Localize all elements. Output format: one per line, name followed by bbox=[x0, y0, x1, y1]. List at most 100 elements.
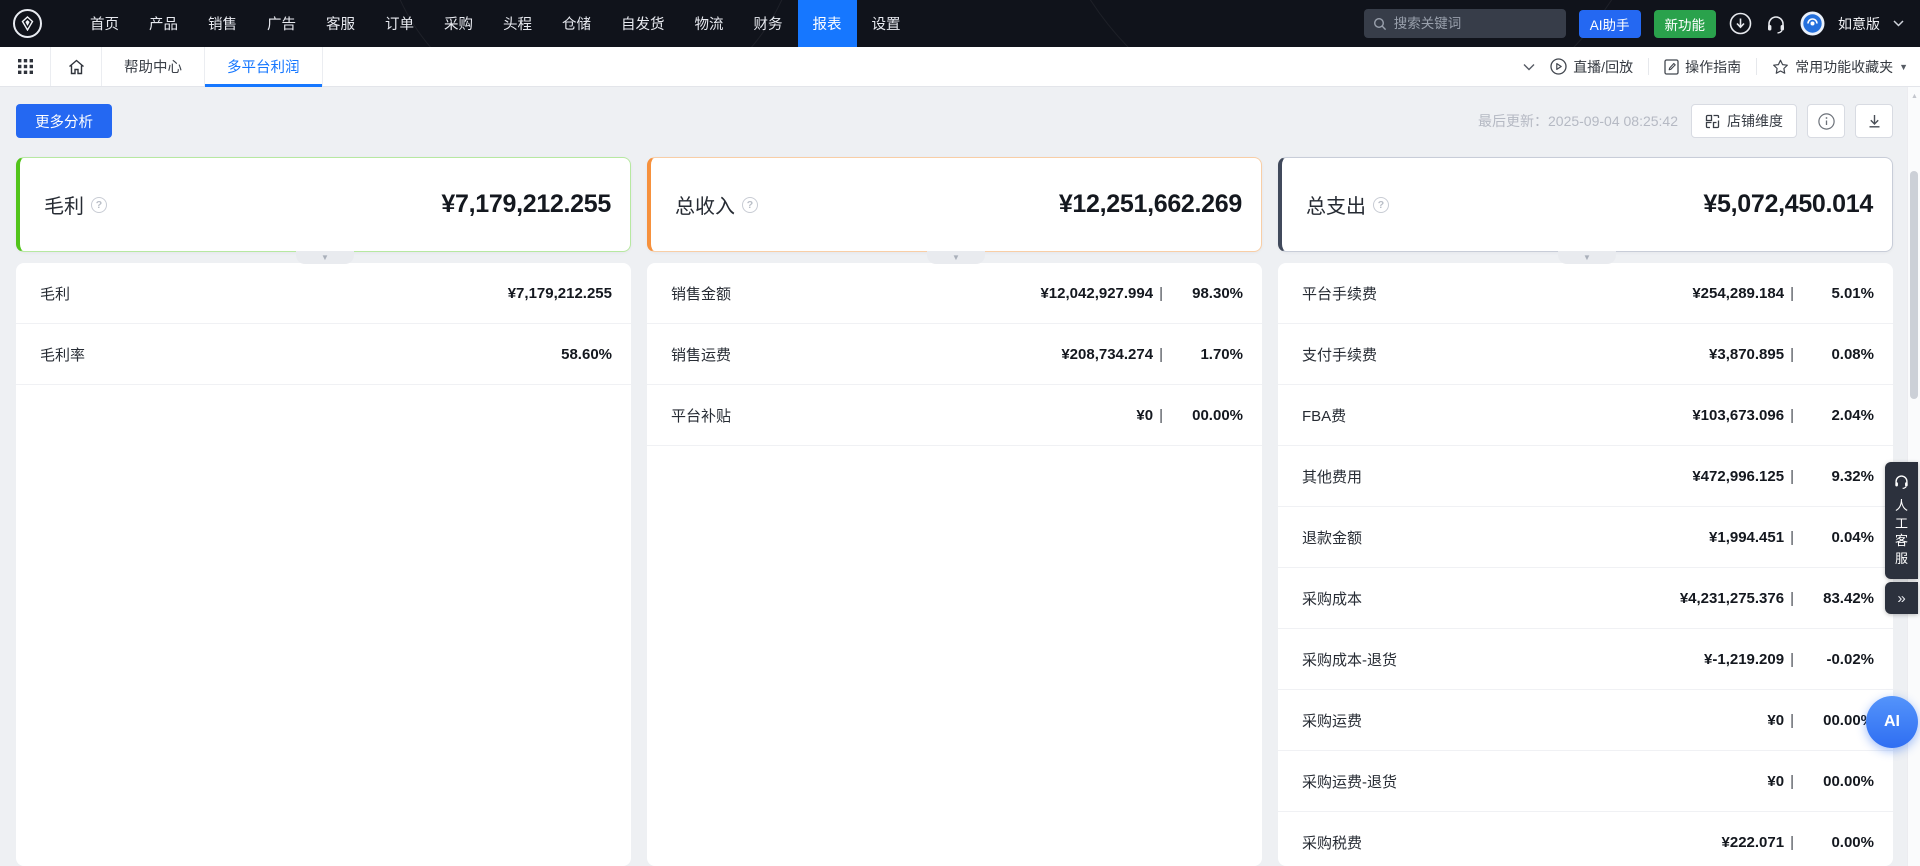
ai-floating-button[interactable]: AI bbox=[1866, 696, 1918, 748]
row-percent: 00.00% bbox=[1794, 712, 1874, 729]
row-value: ¥1,994.451 bbox=[1709, 529, 1784, 546]
tab-1[interactable]: 多平台利润 bbox=[205, 47, 323, 86]
home-icon[interactable] bbox=[51, 47, 101, 86]
nav-item-0[interactable]: 首页 bbox=[75, 0, 134, 47]
nav-item-10[interactable]: 物流 bbox=[680, 0, 739, 47]
apps-grid-icon[interactable] bbox=[0, 47, 50, 86]
row-value: ¥254,289.184 bbox=[1692, 285, 1784, 302]
export-button[interactable] bbox=[1855, 104, 1893, 138]
row-label: 采购成本-退货 bbox=[1302, 649, 1397, 670]
store-dimension-button[interactable]: 店铺维度 bbox=[1691, 104, 1797, 138]
collapse-tab[interactable]: ▼ bbox=[1558, 251, 1616, 264]
row-percent: 0.04% bbox=[1794, 529, 1874, 546]
row-label: 支付手续费 bbox=[1302, 344, 1377, 365]
search-input[interactable] bbox=[1394, 16, 1571, 31]
tab-0[interactable]: 帮助中心 bbox=[101, 47, 205, 86]
more-analysis-button[interactable]: 更多分析 bbox=[16, 104, 112, 138]
caret-down-icon: ▼ bbox=[1583, 254, 1591, 262]
metric-row-2-1: 支付手续费 ¥3,870.895 | 0.08% bbox=[1278, 324, 1893, 385]
card-body: 销售金额 ¥12,042,927.994 | 98.30% 销售运费 ¥208,… bbox=[647, 263, 1262, 866]
human-service-widget[interactable]: 人工客服 bbox=[1885, 462, 1918, 579]
metric-row-2-8: 采购运费-退货 ¥0 | 00.00% bbox=[1278, 751, 1893, 812]
card-total-value: ¥12,251,662.269 bbox=[1059, 190, 1242, 219]
row-label: 其他费用 bbox=[1302, 466, 1362, 487]
metric-row-2-5: 采购成本 ¥4,231,275.376 | 83.42% bbox=[1278, 568, 1893, 629]
scrollbar-thumb[interactable] bbox=[1910, 171, 1918, 399]
nav-item-13[interactable]: 设置 bbox=[857, 0, 916, 47]
row-value: ¥3,870.895 bbox=[1709, 346, 1784, 363]
metric-row-1-2: 平台补贴 ¥0 | 00.00% bbox=[647, 385, 1262, 446]
expand-panel-button[interactable]: » bbox=[1885, 582, 1918, 614]
row-label: 采购运费 bbox=[1302, 710, 1362, 731]
info-button[interactable] bbox=[1807, 104, 1845, 138]
card-header: 毛利 ? ¥7,179,212.255 ▼ bbox=[16, 157, 631, 252]
live-replay-label: 直播/回放 bbox=[1573, 57, 1633, 77]
nav-item-4[interactable]: 客服 bbox=[311, 0, 370, 47]
row-percent: 2.04% bbox=[1794, 407, 1874, 424]
row-value: ¥472,996.125 bbox=[1692, 468, 1784, 485]
summary-cards: 毛利 ? ¥7,179,212.255 ▼ 毛利 ¥7,179,212.255 … bbox=[16, 157, 1893, 866]
operation-guide-label: 操作指南 bbox=[1685, 57, 1741, 77]
ai-assistant-button[interactable]: AI助手 bbox=[1579, 10, 1641, 38]
nav-item-2[interactable]: 销售 bbox=[193, 0, 252, 47]
top-nav: 首页产品销售广告客服订单采购头程仓储自发货物流财务报表设置 AI助手 新功能 如… bbox=[0, 0, 1920, 47]
row-value: ¥0 bbox=[1767, 712, 1784, 729]
row-value: ¥4,231,275.376 bbox=[1680, 590, 1784, 607]
download-client-icon[interactable] bbox=[1729, 12, 1752, 35]
row-label: 销售运费 bbox=[671, 344, 731, 365]
row-percent: 0.00% bbox=[1794, 834, 1874, 851]
nav-item-11[interactable]: 财务 bbox=[739, 0, 798, 47]
card-title: 总支出 ? bbox=[1306, 190, 1389, 219]
nav-item-12[interactable]: 报表 bbox=[798, 0, 857, 47]
row-label: 平台补贴 bbox=[671, 405, 731, 426]
nav-item-5[interactable]: 订单 bbox=[370, 0, 429, 47]
card-total-value: ¥5,072,450.014 bbox=[1703, 190, 1873, 219]
metric-row-2-3: 其他费用 ¥472,996.125 | 9.32% bbox=[1278, 446, 1893, 507]
top-nav-menu: 首页产品销售广告客服订单采购头程仓储自发货物流财务报表设置 bbox=[75, 0, 916, 47]
card-body: 毛利 ¥7,179,212.255 毛利率 58.60% bbox=[16, 263, 631, 866]
row-value: ¥-1,219.209 bbox=[1704, 651, 1784, 668]
global-search[interactable] bbox=[1364, 9, 1566, 38]
favorites-label: 常用功能收藏夹 bbox=[1795, 57, 1893, 77]
row-percent: 83.42% bbox=[1794, 590, 1874, 607]
nav-item-6[interactable]: 采购 bbox=[429, 0, 488, 47]
toolbar-right: 最后更新：2025-09-04 08:25:42 店铺维度 bbox=[1478, 104, 1893, 138]
row-percent: 1.70% bbox=[1163, 346, 1243, 363]
collapse-tab[interactable]: ▼ bbox=[296, 251, 354, 264]
row-percent: 9.32% bbox=[1794, 468, 1874, 485]
row-percent: 98.30% bbox=[1163, 285, 1243, 302]
last-update-text: 最后更新：2025-09-04 08:25:42 bbox=[1478, 111, 1678, 131]
row-label: 退款金额 bbox=[1302, 527, 1362, 548]
service-headset-icon bbox=[1893, 473, 1910, 490]
new-feature-button[interactable]: 新功能 bbox=[1654, 10, 1717, 38]
card-header: 总支出 ? ¥5,072,450.014 ▼ bbox=[1278, 157, 1893, 252]
summary-card-1: 总收入 ? ¥12,251,662.269 ▼ 销售金额 ¥12,042,927… bbox=[647, 157, 1262, 866]
card-total-value: ¥7,179,212.255 bbox=[441, 190, 611, 219]
nav-item-1[interactable]: 产品 bbox=[134, 0, 193, 47]
help-icon[interactable]: ? bbox=[91, 197, 107, 213]
row-label: 平台手续费 bbox=[1302, 283, 1377, 304]
help-icon[interactable]: ? bbox=[1373, 197, 1389, 213]
summary-card-0: 毛利 ? ¥7,179,212.255 ▼ 毛利 ¥7,179,212.255 … bbox=[16, 157, 631, 866]
nav-item-8[interactable]: 仓储 bbox=[547, 0, 606, 47]
help-icon[interactable]: ? bbox=[742, 197, 758, 213]
app-logo-icon[interactable] bbox=[13, 9, 42, 38]
headset-icon[interactable] bbox=[1765, 13, 1787, 35]
collapse-tab[interactable]: ▼ bbox=[927, 251, 985, 264]
version-label[interactable]: 如意版 bbox=[1838, 14, 1880, 34]
favorites-link[interactable]: 常用功能收藏夹 ▼ bbox=[1772, 57, 1908, 77]
version-chevron-down-icon[interactable] bbox=[1893, 20, 1904, 27]
collapse-chevron-icon[interactable] bbox=[1523, 63, 1535, 71]
nav-item-3[interactable]: 广告 bbox=[252, 0, 311, 47]
card-body: 平台手续费 ¥254,289.184 | 5.01% 支付手续费 ¥3,870.… bbox=[1278, 263, 1893, 866]
account-avatar[interactable] bbox=[1800, 11, 1825, 36]
metric-row-0-0: 毛利 ¥7,179,212.255 bbox=[16, 263, 631, 324]
nav-item-7[interactable]: 头程 bbox=[488, 0, 547, 47]
operation-guide-link[interactable]: 操作指南 bbox=[1664, 57, 1741, 77]
dimension-switch-icon bbox=[1705, 114, 1720, 129]
tab-bar-right: 直播/回放 操作指南 常用功能收藏夹 ▼ bbox=[1523, 47, 1920, 86]
nav-item-9[interactable]: 自发货 bbox=[606, 0, 680, 47]
row-percent: 5.01% bbox=[1794, 285, 1874, 302]
scrollbar-up-arrow[interactable]: ▲ bbox=[1911, 93, 1918, 100]
live-replay-link[interactable]: 直播/回放 bbox=[1550, 57, 1633, 77]
